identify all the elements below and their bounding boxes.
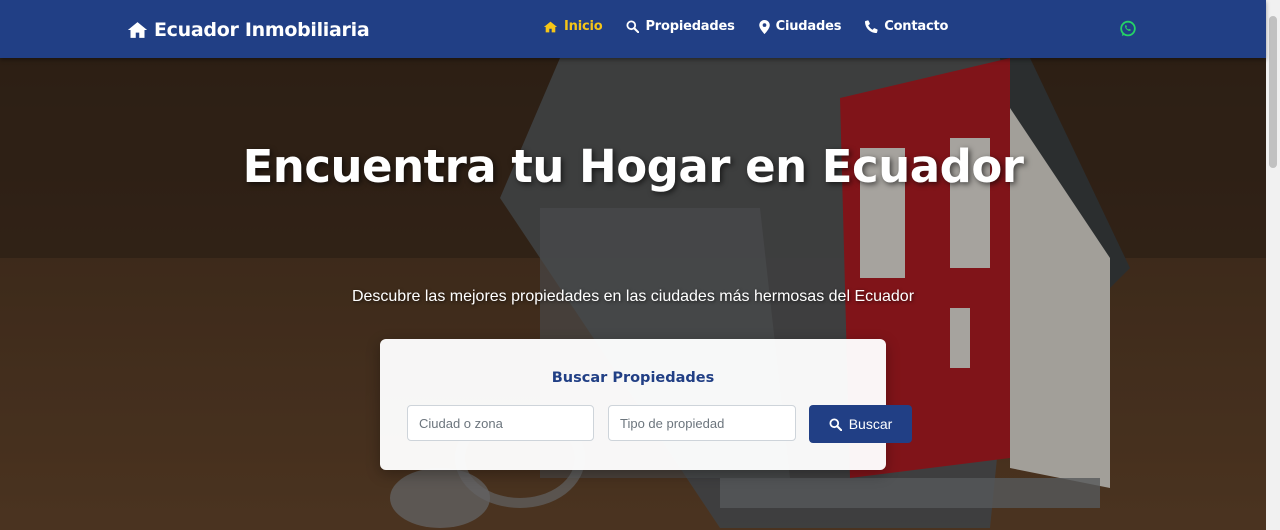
search-form: Buscar Propiedades Buscar: [380, 339, 912, 470]
whatsapp-icon: [1120, 20, 1136, 37]
search-icon: [829, 417, 842, 431]
search-icon: [626, 20, 640, 33]
home-icon: [543, 21, 558, 32]
brand-name: Ecuador Inmobiliaria: [154, 19, 370, 41]
navbar: Ecuador Inmobiliaria Inicio Propiedades …: [0, 0, 1266, 58]
nav-link-inicio[interactable]: Inicio: [543, 19, 603, 34]
search-button[interactable]: Buscar: [809, 405, 912, 443]
nav-link-label: Ciudades: [775, 19, 842, 34]
home-icon: [127, 22, 148, 38]
brand-link[interactable]: Ecuador Inmobiliaria: [127, 17, 370, 43]
phone-icon: [865, 20, 878, 33]
nav-link-contacto[interactable]: Contacto: [865, 19, 948, 34]
search-button-label: Buscar: [848, 416, 893, 432]
hero-subtitle: Descubre las mejores propiedades en las …: [351, 288, 915, 305]
nav-link-label: Inicio: [564, 19, 603, 34]
city-input[interactable]: [407, 405, 594, 441]
nav-link-label: Contacto: [884, 19, 949, 34]
scrollbar-thumb[interactable]: [1269, 16, 1277, 168]
nav-link-ciudades[interactable]: Ciudades: [758, 19, 842, 34]
nav-menu: Inicio Propiedades Ciudades Contacto: [543, 19, 972, 34]
hero-title: Encuentra tu Hogar en Ecuador: [242, 140, 1024, 193]
hero-section: Encuentra tu Hogar en Ecuador Descubre l…: [0, 58, 1266, 530]
map-marker-icon: [758, 19, 770, 34]
whatsapp-link[interactable]: [1119, 20, 1137, 43]
nav-link-label: Propiedades: [645, 19, 735, 34]
property-type-input[interactable]: [608, 405, 796, 441]
nav-link-propiedades[interactable]: Propiedades: [626, 19, 735, 34]
search-title: Buscar Propiedades: [551, 370, 715, 386]
